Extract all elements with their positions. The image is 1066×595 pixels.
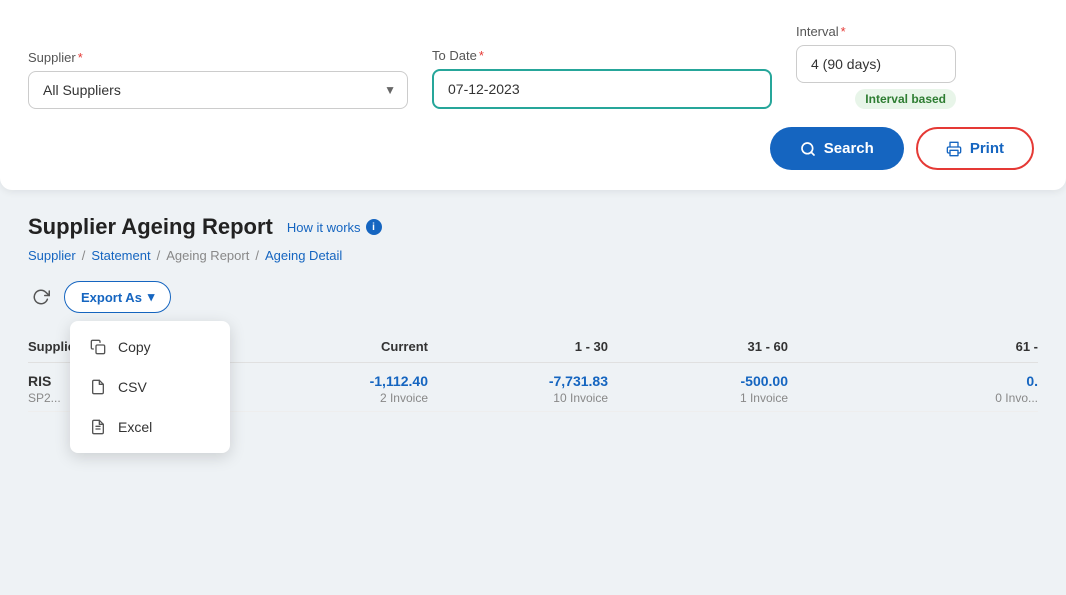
dropdown-copy[interactable]: Copy — [70, 327, 230, 367]
filter-row: Supplier* All Suppliers ▼ To Date* Inter… — [28, 24, 1038, 109]
to-date-group: To Date* — [432, 48, 772, 109]
supplier-label: Supplier* — [28, 50, 408, 65]
to-date-label: To Date* — [432, 48, 772, 63]
range3-cell: 0. 0 Invo... — [808, 373, 1038, 405]
copy-icon — [88, 337, 108, 357]
supplier-group: Supplier* All Suppliers ▼ — [28, 50, 408, 109]
range2-cell: -500.00 1 Invoice — [628, 373, 808, 405]
col-header-1-30: 1 - 30 — [448, 339, 628, 354]
refresh-icon — [32, 288, 50, 306]
dropdown-csv[interactable]: CSV — [70, 367, 230, 407]
action-row: Search Print — [28, 127, 1038, 170]
export-label: Export As — [81, 290, 142, 305]
export-dropdown: Copy CSV Excel — [70, 321, 230, 453]
col-header-31-60: 31 - 60 — [628, 339, 808, 354]
report-title: Supplier Ageing Report — [28, 214, 273, 240]
to-date-input[interactable] — [432, 69, 772, 109]
search-button[interactable]: Search — [770, 127, 904, 170]
range2-amount: -500.00 — [628, 373, 788, 389]
breadcrumb-sep-3: / — [255, 248, 259, 263]
breadcrumb-statement[interactable]: Statement — [91, 248, 150, 263]
content-area: Supplier Ageing Report How it works i Su… — [0, 190, 1066, 412]
excel-icon — [88, 417, 108, 437]
current-amount: -1,112.40 — [248, 373, 428, 389]
search-label: Search — [824, 140, 874, 157]
col-header-current: Current — [248, 339, 448, 354]
interval-label: Interval* — [796, 24, 956, 39]
top-panel: Supplier* All Suppliers ▼ To Date* Inter… — [0, 0, 1066, 190]
print-label: Print — [970, 140, 1004, 157]
range3-amount: 0. — [808, 373, 1038, 389]
breadcrumb-ageing-detail[interactable]: Ageing Detail — [265, 248, 342, 263]
export-chevron-icon: ▾ — [148, 289, 155, 305]
breadcrumb-ageing-report: Ageing Report — [166, 248, 249, 263]
breadcrumb-sep-2: / — [157, 248, 161, 263]
dropdown-csv-label: CSV — [118, 379, 147, 395]
range3-sub: 0 Invo... — [808, 391, 1038, 405]
how-it-works-link[interactable]: How it works i — [287, 219, 382, 235]
col-header-61: 61 - — [808, 339, 1038, 354]
supplier-select-wrapper: All Suppliers ▼ — [28, 71, 408, 109]
supplier-select[interactable]: All Suppliers — [28, 71, 408, 109]
breadcrumb-sep-1: / — [82, 248, 86, 263]
refresh-button[interactable] — [28, 284, 54, 310]
current-cell: -1,112.40 2 Invoice — [248, 373, 448, 405]
interval-group: Interval* 4 (90 days) Interval based — [796, 24, 956, 109]
interval-badge: Interval based — [855, 89, 956, 109]
dropdown-excel[interactable]: Excel — [70, 407, 230, 447]
search-icon — [800, 141, 816, 157]
range2-sub: 1 Invoice — [628, 391, 788, 405]
export-button[interactable]: Export As ▾ — [64, 281, 171, 313]
interval-display: 4 (90 days) — [796, 45, 956, 83]
printer-icon — [946, 141, 962, 157]
dropdown-excel-label: Excel — [118, 419, 152, 435]
range1-sub: 10 Invoice — [448, 391, 608, 405]
breadcrumb-supplier[interactable]: Supplier — [28, 248, 76, 263]
current-sub: 2 Invoice — [248, 391, 428, 405]
csv-icon — [88, 377, 108, 397]
dropdown-copy-label: Copy — [118, 339, 151, 355]
toolbar-row: Export As ▾ Copy CSV — [28, 281, 1038, 313]
breadcrumb: Supplier / Statement / Ageing Report / A… — [28, 248, 1038, 263]
info-icon: i — [366, 219, 382, 235]
range1-cell: -7,731.83 10 Invoice — [448, 373, 628, 405]
print-button[interactable]: Print — [916, 127, 1034, 170]
report-title-row: Supplier Ageing Report How it works i — [28, 214, 1038, 240]
range1-amount: -7,731.83 — [448, 373, 608, 389]
